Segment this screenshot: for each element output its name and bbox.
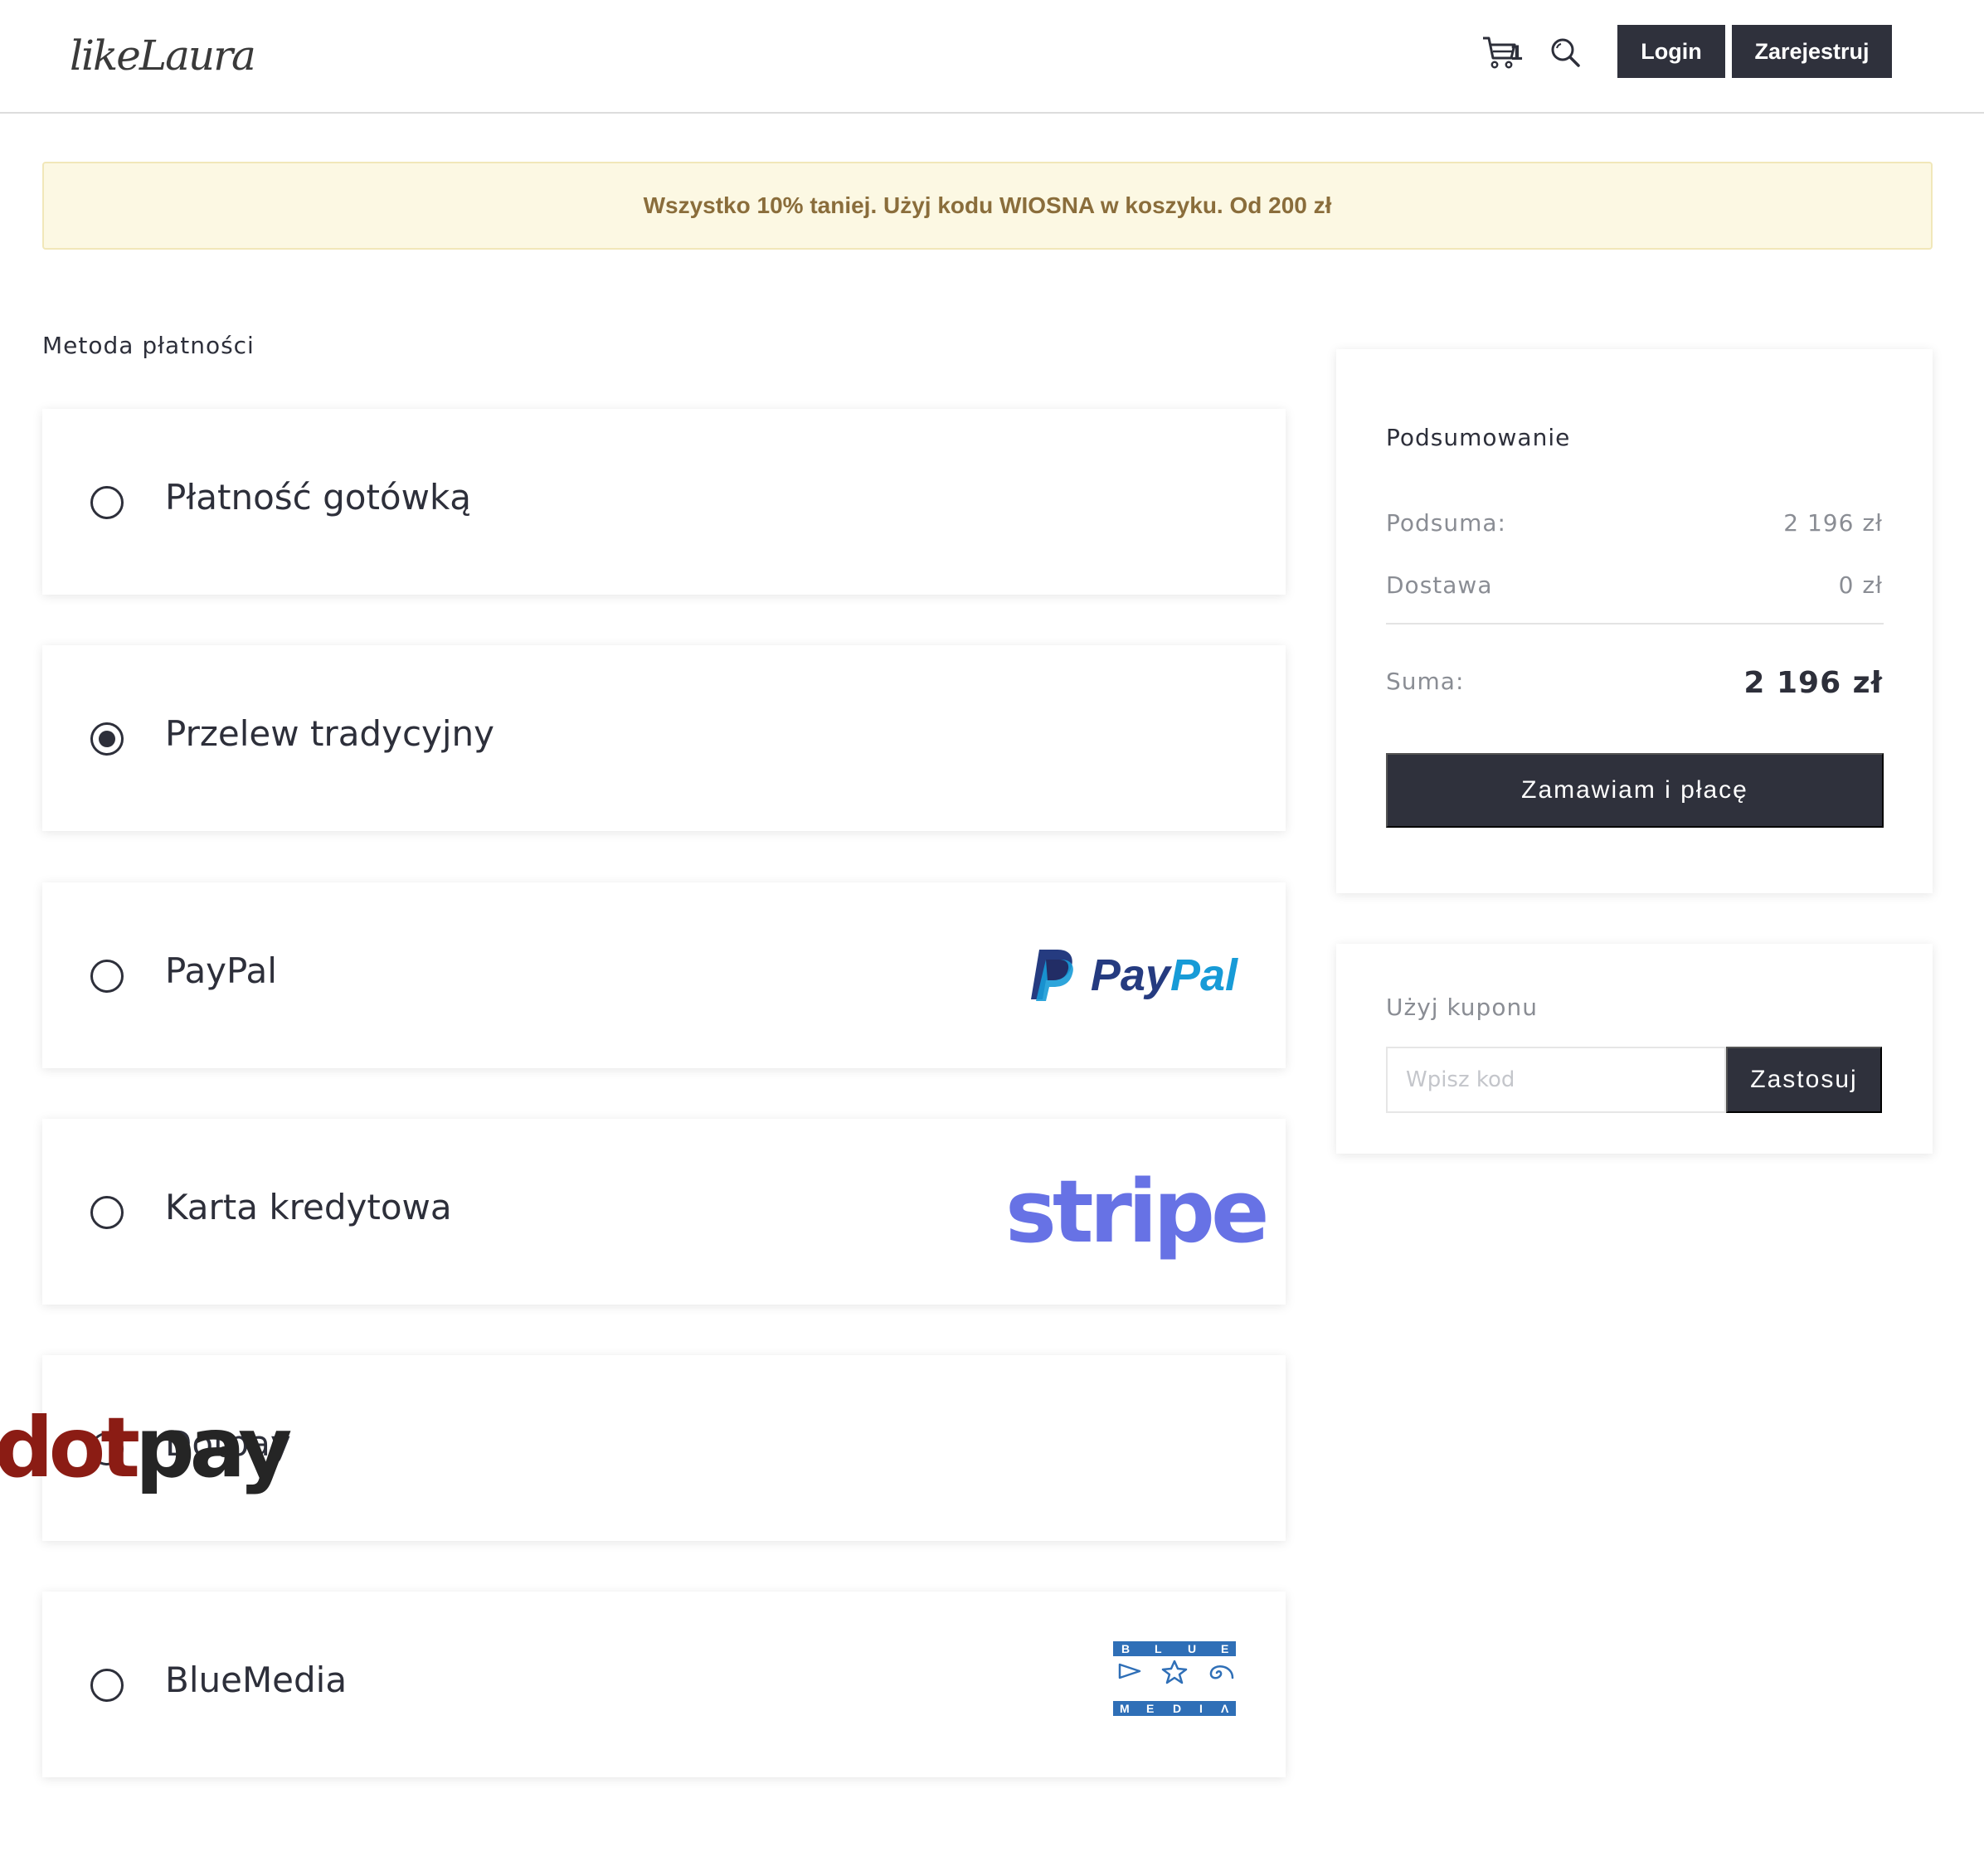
svg-text:Λ: Λ — [1221, 1702, 1229, 1715]
payment-option-paypal[interactable]: PayPal PayPal — [42, 882, 1286, 1068]
svg-text:I: I — [1199, 1702, 1203, 1715]
payment-option-dotpay[interactable]: Dotpay dotpay ® — [0, 1355, 1286, 1541]
payment-option-credit-card[interactable]: Karta kredytowa stripe — [42, 1119, 1286, 1305]
paypal-logo-pal: Pal — [1169, 950, 1238, 1000]
payment-option-label: Płatność gotówką — [165, 477, 472, 518]
svg-text:L: L — [1155, 1642, 1162, 1655]
promo-text: Wszystko 10% taniej. Użyj kodu WIOSNA w … — [643, 192, 1332, 218]
payment-option-label: Karta kredytowa — [165, 1187, 452, 1227]
radio-button[interactable] — [90, 486, 124, 519]
svg-text:M: M — [1120, 1702, 1130, 1715]
radio-button[interactable] — [90, 1196, 124, 1229]
payment-method-heading: Metoda płatności — [42, 332, 255, 359]
payment-option-label: BlueMedia — [165, 1660, 348, 1700]
place-order-button[interactable]: Zamawiam i płacę — [1386, 753, 1884, 828]
shipping-label: Dostawa — [1386, 571, 1493, 599]
site-header: likeLaura 1 Login Zarejestruj — [0, 0, 1984, 114]
payment-option-bank-transfer[interactable]: Przelew tradycyjny — [42, 645, 1286, 831]
subtotal-label: Podsuma: — [1386, 509, 1506, 537]
radio-button[interactable] — [90, 1669, 124, 1702]
svg-text:E: E — [1221, 1642, 1228, 1655]
dotpay-logo: dotpay ® — [0, 1397, 292, 1499]
payment-option-cash[interactable]: Płatność gotówką — [42, 409, 1286, 595]
coupon-code-input[interactable] — [1386, 1047, 1726, 1113]
order-summary-panel: Podsumowanie Podsuma: 2 196 zł Dostawa 0… — [1336, 349, 1933, 893]
subtotal-value: 2 196 zł — [1783, 509, 1883, 537]
payment-option-label: Przelew tradycyjny — [165, 713, 495, 754]
radio-button[interactable] — [90, 960, 124, 993]
dotpay-logo-dot: dot — [0, 1399, 140, 1496]
registered-mark: ® — [216, 1444, 231, 1461]
coupon-title: Użyj kuponu — [1386, 994, 1538, 1021]
svg-text:U: U — [1188, 1642, 1196, 1655]
svg-text:D: D — [1173, 1702, 1181, 1715]
register-button[interactable]: Zarejestruj — [1732, 25, 1892, 78]
dotpay-logo-pay: pay — [135, 1399, 292, 1496]
paypal-logo: PayPal — [1005, 924, 1238, 1027]
svg-text:B: B — [1121, 1642, 1130, 1655]
apply-coupon-button[interactable]: Zastosuj — [1726, 1047, 1882, 1113]
login-button[interactable]: Login — [1617, 25, 1725, 78]
payment-option-bluemedia[interactable]: BlueMedia B L U E M E D I Λ — [42, 1592, 1286, 1777]
paypal-p-icon — [1030, 950, 1073, 1001]
logo-text: likeLaura — [70, 32, 256, 80]
promo-banner: Wszystko 10% taniej. Użyj kodu WIOSNA w … — [42, 162, 1933, 250]
search-icon[interactable] — [1549, 36, 1581, 68]
summary-title: Podsumowanie — [1386, 424, 1571, 451]
summary-divider — [1386, 623, 1884, 625]
svg-text:E: E — [1146, 1702, 1154, 1715]
shipping-value: 0 zł — [1838, 571, 1883, 599]
total-value: 2 196 zł — [1743, 666, 1883, 700]
radio-button-selected[interactable] — [90, 722, 124, 756]
coupon-panel: Użyj kuponu Zastosuj — [1336, 944, 1933, 1154]
site-logo[interactable]: likeLaura — [66, 23, 256, 90]
total-label: Suma: — [1386, 668, 1465, 695]
paypal-logo-pay: Pay — [1090, 950, 1170, 1000]
bluemedia-logo: B L U E M E D I Λ — [1113, 1641, 1236, 1716]
cart-count-badge: 1 — [1510, 41, 1524, 65]
payment-option-label: PayPal — [165, 950, 277, 991]
stripe-logo: stripe — [1005, 1161, 1270, 1262]
